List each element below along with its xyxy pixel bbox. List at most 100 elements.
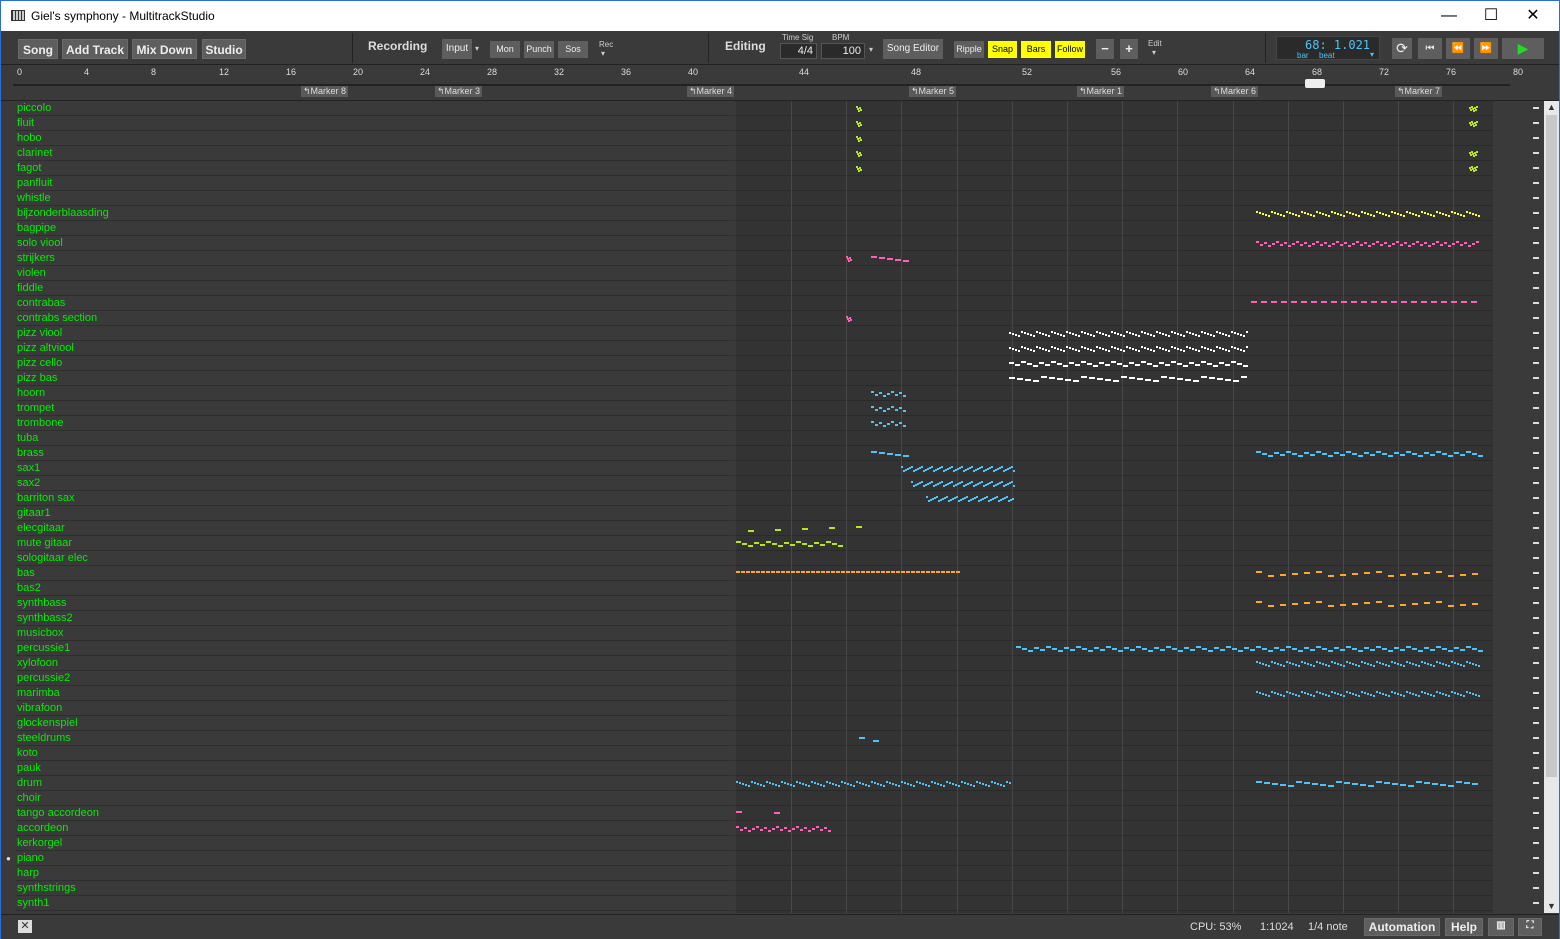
midi-note[interactable] (1256, 211, 1258, 213)
midi-note[interactable] (1186, 346, 1188, 348)
midi-note[interactable] (1135, 334, 1137, 336)
midi-note[interactable] (1360, 244, 1363, 246)
track-lane[interactable] (736, 491, 1493, 506)
midi-note[interactable] (1337, 693, 1339, 695)
midi-note[interactable] (1466, 661, 1468, 663)
midi-note[interactable] (1069, 362, 1074, 364)
midi-note[interactable] (1153, 335, 1155, 337)
midi-note[interactable] (1436, 571, 1442, 573)
midi-note[interactable] (1141, 361, 1146, 363)
midi-note[interactable] (1394, 647, 1399, 649)
midi-note[interactable] (1478, 650, 1483, 652)
midi-note[interactable] (1412, 243, 1415, 245)
midi-note[interactable] (1436, 646, 1441, 648)
midi-note[interactable] (986, 496, 988, 498)
midi-note[interactable] (1337, 663, 1339, 665)
midi-note[interactable] (1207, 333, 1209, 335)
track-menu-icon[interactable] (1533, 422, 1539, 424)
midi-note[interactable] (860, 124, 862, 126)
midi-note[interactable] (1418, 215, 1420, 217)
midi-note[interactable] (1277, 663, 1279, 665)
midi-note[interactable] (1256, 571, 1262, 573)
midi-note[interactable] (1129, 362, 1134, 364)
midi-note[interactable] (1346, 211, 1348, 213)
midi-note[interactable] (906, 571, 910, 573)
midi-note[interactable] (1084, 347, 1086, 349)
timeline-ruler[interactable]: 0 4 8 12 16 20 24 28 32 36 40 44 48 52 56 60 64 68 72 76 80 ↰… (1, 65, 1559, 101)
midi-note[interactable] (1048, 350, 1050, 352)
midi-note[interactable] (1400, 574, 1406, 576)
midi-note[interactable] (1352, 453, 1357, 455)
midi-note[interactable] (1403, 695, 1405, 697)
midi-note[interactable] (1226, 646, 1231, 648)
midi-note[interactable] (876, 571, 880, 573)
midi-note[interactable] (1384, 242, 1387, 244)
midi-note[interactable] (1295, 664, 1297, 666)
midi-note[interactable] (1027, 363, 1032, 365)
midi-note[interactable] (763, 785, 765, 787)
midi-note[interactable] (1361, 691, 1363, 693)
midi-note[interactable] (1409, 662, 1411, 664)
track-name[interactable]: steeldrums (15, 731, 735, 746)
midi-note[interactable] (826, 781, 828, 783)
midi-note[interactable] (880, 784, 882, 786)
midi-note[interactable] (817, 783, 819, 785)
midi-note[interactable] (1379, 662, 1381, 664)
timeline-scroll-thumb[interactable] (1305, 79, 1325, 88)
midi-note[interactable] (1225, 334, 1227, 336)
midi-note[interactable] (903, 425, 906, 427)
midi-note[interactable] (1231, 346, 1233, 348)
loop-icon[interactable]: ⟳ (1392, 38, 1412, 59)
midi-note[interactable] (1376, 571, 1382, 573)
midi-note[interactable] (1424, 452, 1429, 454)
midi-note[interactable] (926, 571, 930, 573)
midi-note[interactable] (1159, 362, 1164, 364)
midi-note[interactable] (931, 571, 935, 573)
midi-note[interactable] (891, 406, 894, 408)
midi-note[interactable] (1057, 348, 1059, 350)
midi-note[interactable] (1264, 242, 1267, 244)
track-menu-icon[interactable] (1533, 332, 1539, 334)
midi-note[interactable] (1186, 331, 1188, 333)
midi-note[interactable] (1427, 693, 1429, 695)
midi-note[interactable] (991, 481, 993, 483)
track-menu-icon[interactable] (1533, 152, 1539, 154)
track-menu-icon[interactable] (1533, 857, 1539, 859)
midi-note[interactable] (1385, 664, 1387, 666)
track-lane[interactable] (736, 881, 1493, 896)
midi-note[interactable] (1283, 665, 1285, 667)
track-name[interactable]: hoorn (15, 386, 735, 401)
zoom-in-button[interactable]: + (1120, 39, 1138, 59)
midi-note[interactable] (1243, 350, 1245, 352)
midi-note[interactable] (910, 784, 912, 786)
midi-note[interactable] (1442, 453, 1447, 455)
midi-note[interactable] (808, 830, 811, 832)
midi-note[interactable] (1476, 151, 1478, 153)
midi-note[interactable] (1476, 121, 1478, 123)
midi-note[interactable] (1358, 665, 1360, 667)
midi-note[interactable] (1256, 661, 1258, 663)
midi-note[interactable] (751, 571, 755, 573)
midi-note[interactable] (1013, 470, 1015, 472)
grid-resolution[interactable]: 1/4 note (1308, 921, 1348, 933)
midi-note[interactable] (1090, 349, 1092, 351)
midi-note[interactable] (1150, 349, 1152, 351)
track-menu-icon[interactable] (1533, 722, 1539, 724)
midi-note[interactable] (1424, 242, 1427, 244)
track-name[interactable]: koto (15, 746, 735, 761)
midi-note[interactable] (1096, 331, 1098, 333)
midi-note[interactable] (1291, 301, 1297, 303)
midi-note[interactable] (751, 781, 753, 783)
midi-note[interactable] (883, 785, 885, 787)
midi-note[interactable] (1418, 665, 1420, 667)
midi-note[interactable] (1352, 213, 1354, 215)
midi-note[interactable] (862, 783, 864, 785)
midi-note[interactable] (1475, 169, 1477, 171)
midi-note[interactable] (748, 530, 754, 532)
midi-note[interactable] (1292, 243, 1295, 245)
midi-note[interactable] (1427, 663, 1429, 665)
midi-note[interactable] (1404, 242, 1407, 244)
midi-note[interactable] (1276, 241, 1279, 243)
midi-note[interactable] (1100, 649, 1105, 651)
midi-note[interactable] (1468, 245, 1471, 247)
